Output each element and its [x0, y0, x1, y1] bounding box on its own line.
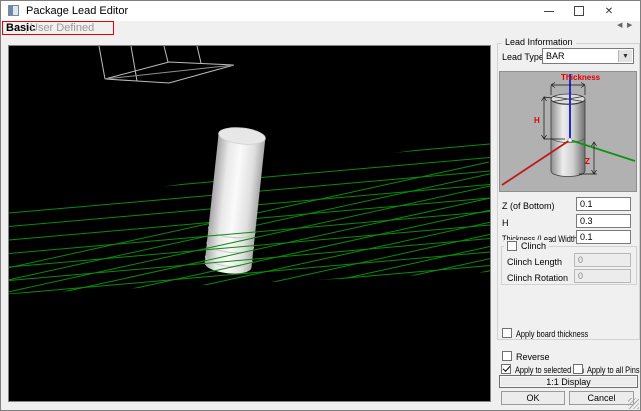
maximize-button[interactable]: [564, 1, 594, 21]
z-of-bottom-field[interactable]: [576, 197, 631, 211]
close-button[interactable]: ✕: [594, 1, 624, 21]
lead-type-dropdown[interactable]: BAR ▼: [542, 48, 634, 64]
h-label: H: [502, 218, 509, 228]
clinch-length-field[interactable]: [574, 253, 631, 267]
package-lead-editor-window: Package Lead Editor ✕ Basic User Defined…: [0, 0, 641, 411]
lead-type-value: BAR: [546, 51, 565, 61]
diagram-h-label: H: [534, 116, 540, 125]
diagram-origin-dot: [568, 138, 572, 142]
tab-scroll-left-icon[interactable]: ◀: [617, 21, 622, 29]
apply-to-all-pins-label: Apply to all Pins: [587, 365, 640, 375]
3d-viewport[interactable]: [8, 45, 491, 402]
reverse-label: Reverse: [516, 352, 550, 362]
diagram-thickness-label: Thickness: [561, 73, 601, 82]
clinch-label: Clinch: [521, 241, 546, 251]
thickness-lead-width-field[interactable]: [576, 230, 631, 244]
diagram-z-label: Z: [585, 157, 590, 166]
lead-information-label: Lead Information: [502, 37, 576, 47]
title-bar[interactable]: Package Lead Editor ✕: [1, 1, 640, 21]
ok-button[interactable]: OK: [501, 391, 565, 405]
apply-board-thickness-checkbox[interactable]: [502, 328, 512, 338]
clinch-length-label: Clinch Length: [507, 257, 562, 267]
chevron-down-icon[interactable]: ▼: [618, 50, 632, 62]
one-to-one-display-button[interactable]: 1:1 Display: [499, 375, 638, 388]
lead-type-label: Lead Type: [502, 52, 544, 62]
maximize-icon: [574, 6, 584, 16]
window-title: Package Lead Editor: [26, 5, 128, 17]
h-field[interactable]: [576, 214, 631, 228]
apply-to-selected-pin-checkbox[interactable]: [501, 364, 511, 374]
apply-to-all-pins-checkbox[interactable]: [573, 364, 583, 374]
app-icon: [8, 5, 19, 16]
lead-cylinder: [204, 126, 266, 276]
minimize-button[interactable]: [534, 1, 564, 21]
lead-schematic-diagram: Thickness H Z: [499, 71, 637, 192]
close-icon: ✕: [605, 6, 613, 17]
annotation-box: [2, 21, 114, 35]
clinch-checkbox[interactable]: [507, 241, 517, 251]
z-of-bottom-label: Z (of Bottom): [502, 201, 555, 211]
resize-grip[interactable]: [628, 398, 639, 409]
apply-board-thickness-label: Apply board thickness: [516, 329, 588, 339]
wireframe-body-box: [99, 46, 234, 83]
tab-scroll-right-icon[interactable]: ▶: [627, 21, 632, 29]
minimize-icon: [544, 11, 554, 12]
clinch-rotation-field[interactable]: [574, 269, 631, 283]
diagram-cylinder: [551, 94, 585, 177]
cancel-button[interactable]: Cancel: [569, 391, 634, 405]
clinch-rotation-label: Clinch Rotation: [507, 273, 568, 283]
reverse-checkbox[interactable]: [502, 351, 512, 361]
